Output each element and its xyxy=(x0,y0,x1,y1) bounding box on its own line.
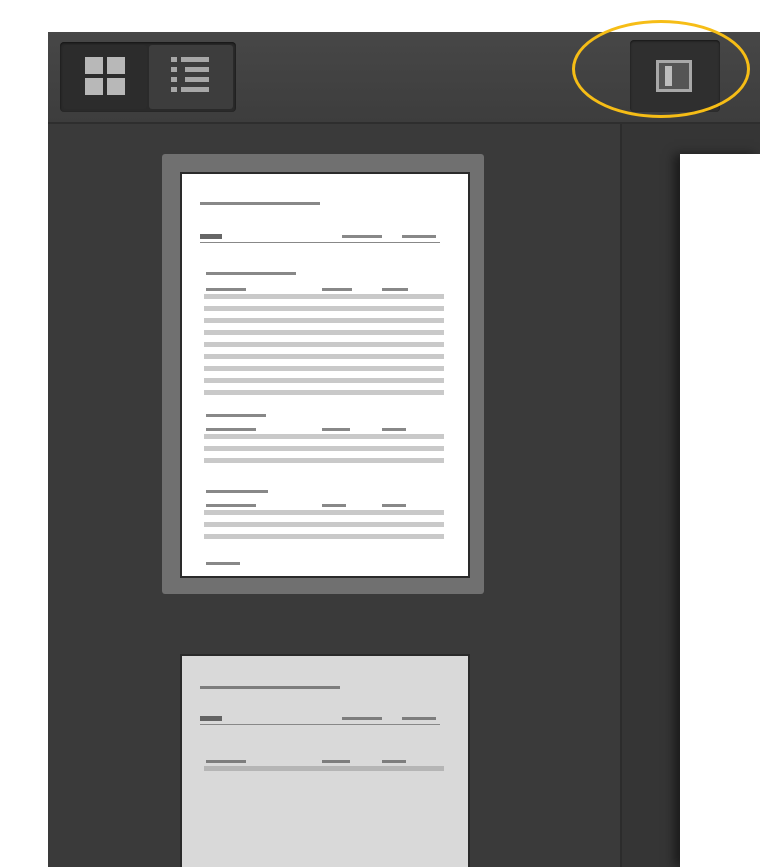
highlight-annotation xyxy=(572,20,750,118)
view-mode-segmented-control xyxy=(60,42,236,112)
list-view-button[interactable] xyxy=(149,45,233,109)
document-page xyxy=(680,154,760,867)
toolbar xyxy=(48,20,760,124)
list-icon xyxy=(171,55,215,99)
page-thumbnail[interactable] xyxy=(180,654,470,867)
grid-icon xyxy=(85,57,127,97)
grid-view-button[interactable] xyxy=(63,45,147,109)
page-thumbnail[interactable] xyxy=(180,172,470,578)
app-window xyxy=(48,20,760,867)
document-pane xyxy=(622,124,760,867)
